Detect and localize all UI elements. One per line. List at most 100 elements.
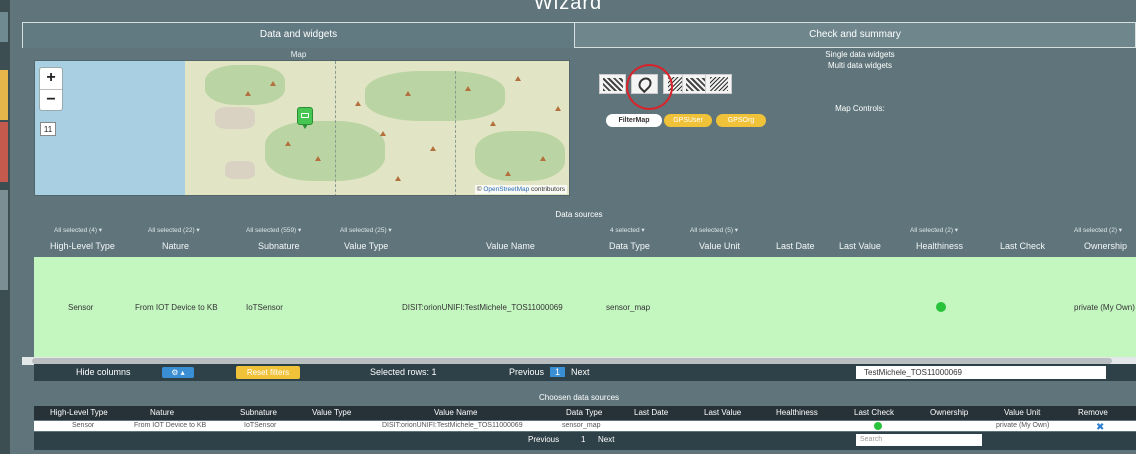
attribution-suffix: contributors xyxy=(529,186,565,193)
data-sources-title: Data sources xyxy=(555,210,603,219)
zoom-out-button[interactable]: − xyxy=(40,89,62,110)
next-page-button[interactable]: Next xyxy=(598,435,614,444)
edge-block xyxy=(0,122,8,182)
column-settings-gear-button[interactable]: ⚙ ▴ xyxy=(162,367,194,378)
col-healthiness[interactable]: Healthiness xyxy=(776,408,818,417)
filter-row: All selected (4) ▾ All selected (22) ▾ A… xyxy=(34,224,1136,236)
filter-data-type[interactable]: 4 selected ▾ xyxy=(610,226,645,234)
map-section-label: Map xyxy=(290,50,307,59)
cell-high-level-type: Sensor xyxy=(72,422,95,429)
col-nature[interactable]: Nature xyxy=(150,408,174,417)
sensor-map-marker-icon[interactable] xyxy=(297,107,313,129)
peak-marker xyxy=(380,131,386,136)
edge-block xyxy=(0,70,8,120)
forest-area xyxy=(475,131,565,181)
col-last-value[interactable]: Last Value xyxy=(704,408,741,417)
col-value-unit[interactable]: Value Unit xyxy=(1004,408,1040,417)
map-controls-label: Map Controls: xyxy=(835,104,885,113)
col-subnature[interactable]: Subnature xyxy=(258,241,300,251)
gpsuser-button[interactable]: GPSUser xyxy=(664,114,712,127)
peak-marker xyxy=(315,156,321,161)
chosen-search-input[interactable]: Search xyxy=(856,434,982,446)
peak-marker xyxy=(405,91,411,96)
reset-filters-button[interactable]: Reset filters xyxy=(236,366,300,379)
peak-marker xyxy=(465,86,471,91)
peak-marker xyxy=(555,106,561,111)
multi-data-widgets-link[interactable]: Multi data widgets xyxy=(800,60,920,71)
tab-check-and-summary[interactable]: Check and summary xyxy=(575,22,1136,48)
col-data-type[interactable]: Data Type xyxy=(609,241,650,251)
filter-healthiness[interactable]: All selected (2) ▾ xyxy=(910,226,958,234)
zoom-control: + − xyxy=(39,67,63,111)
diagonal-widget-icon[interactable] xyxy=(705,74,732,94)
col-high-level-type[interactable]: High-Level Type xyxy=(50,408,108,417)
cell-subnature: IoTSensor xyxy=(244,422,277,429)
col-value-name[interactable]: Value Name xyxy=(486,241,535,251)
col-healthiness[interactable]: Healthiness xyxy=(916,241,963,251)
col-nature[interactable]: Nature xyxy=(162,241,189,251)
col-last-check[interactable]: Last Check xyxy=(854,408,894,417)
healthiness-status-dot xyxy=(874,422,882,430)
col-ownership[interactable]: Ownership xyxy=(1084,241,1127,251)
data-sources-controls: Hide columns ⚙ ▴ Reset filters Selected … xyxy=(34,364,1136,381)
col-last-check[interactable]: Last Check xyxy=(1000,241,1045,251)
healthiness-status-dot xyxy=(936,302,946,312)
chosen-sources-footer: Previous 1 Next Search xyxy=(34,432,1136,450)
town-area xyxy=(225,161,255,179)
town-area xyxy=(215,107,255,129)
device-glyph-icon xyxy=(301,113,309,118)
filter-value-type[interactable]: All selected (25) ▾ xyxy=(340,226,392,234)
peak-marker xyxy=(540,156,546,161)
cell-data-type: sensor_map xyxy=(606,303,651,312)
filter-nature[interactable]: All selected (22) ▾ xyxy=(148,226,200,234)
col-remove[interactable]: Remove xyxy=(1078,408,1108,417)
current-page-button[interactable]: 1 xyxy=(550,367,566,377)
peak-marker xyxy=(270,81,276,86)
filter-high-level-type[interactable]: All selected (4) ▾ xyxy=(54,226,102,234)
hide-columns-label: Hide columns xyxy=(76,367,131,377)
peak-marker xyxy=(490,121,496,126)
chosen-sources-title: Choosen data sources xyxy=(538,393,620,402)
map-view[interactable]: + − 11 © OpenStreetMap contributors xyxy=(34,60,570,196)
cell-high-level-type: Sensor xyxy=(68,303,94,312)
cell-nature: From IOT Device to KB xyxy=(135,303,218,312)
col-last-value[interactable]: Last Value xyxy=(839,241,881,251)
gpsorg-button[interactable]: GPSOrg xyxy=(716,114,766,127)
chosen-table-row[interactable]: Sensor From IOT Device to KB IoTSensor D… xyxy=(34,421,1136,433)
filtermap-button[interactable]: FilterMap xyxy=(606,114,662,127)
region-border xyxy=(455,71,456,195)
tab-data-and-widgets[interactable]: Data and widgets xyxy=(22,22,575,48)
col-value-type[interactable]: Value Type xyxy=(344,241,388,251)
bar-chart-widget-icon[interactable] xyxy=(599,74,626,94)
data-sources-table: All selected (4) ▾ All selected (22) ▾ A… xyxy=(34,224,1136,369)
cell-value-name: DISIT:orionUNIFI:TestMichele_TOS11000069 xyxy=(382,422,523,429)
openstreetmap-link[interactable]: OpenStreetMap xyxy=(483,186,529,193)
widget-category-links: Single data widgets Multi data widgets xyxy=(800,49,920,71)
zoom-in-button[interactable]: + xyxy=(40,68,62,89)
filter-subnature[interactable]: All selected (559) ▾ xyxy=(246,226,301,234)
next-page-button[interactable]: Next xyxy=(571,367,590,377)
col-value-name[interactable]: Value Name xyxy=(434,408,477,417)
filter-value-unit[interactable]: All selected (5) ▾ xyxy=(690,226,738,234)
col-high-level-type[interactable]: High-Level Type xyxy=(50,241,115,251)
pagination: Previous 1 Next xyxy=(509,367,590,377)
col-data-type[interactable]: Data Type xyxy=(566,408,602,417)
current-page-button[interactable]: 1 xyxy=(581,435,585,444)
search-input[interactable]: TestMichele_TOS11000069 xyxy=(856,366,1106,379)
col-subnature[interactable]: Subnature xyxy=(240,408,277,417)
previous-page-button[interactable]: Previous xyxy=(509,367,544,377)
single-data-widgets-link[interactable]: Single data widgets xyxy=(800,49,920,60)
col-ownership[interactable]: Ownership xyxy=(930,408,968,417)
col-value-unit[interactable]: Value Unit xyxy=(699,241,740,251)
col-last-date[interactable]: Last Date xyxy=(776,241,815,251)
previous-page-button[interactable]: Previous xyxy=(528,435,559,444)
filter-ownership[interactable]: All selected (2) ▾ xyxy=(1074,226,1122,234)
zoom-level-indicator: 11 xyxy=(40,122,56,136)
table-row[interactable]: Sensor From IOT Device to KB IoTSensor D… xyxy=(34,257,1136,357)
wizard-tabs: Data and widgets Check and summary xyxy=(22,22,1136,48)
col-value-type[interactable]: Value Type xyxy=(312,408,351,417)
region-border xyxy=(335,61,336,195)
cell-subnature: IoTSensor xyxy=(246,303,283,312)
window-edge-strip xyxy=(0,0,10,454)
col-last-date[interactable]: Last Date xyxy=(634,408,668,417)
